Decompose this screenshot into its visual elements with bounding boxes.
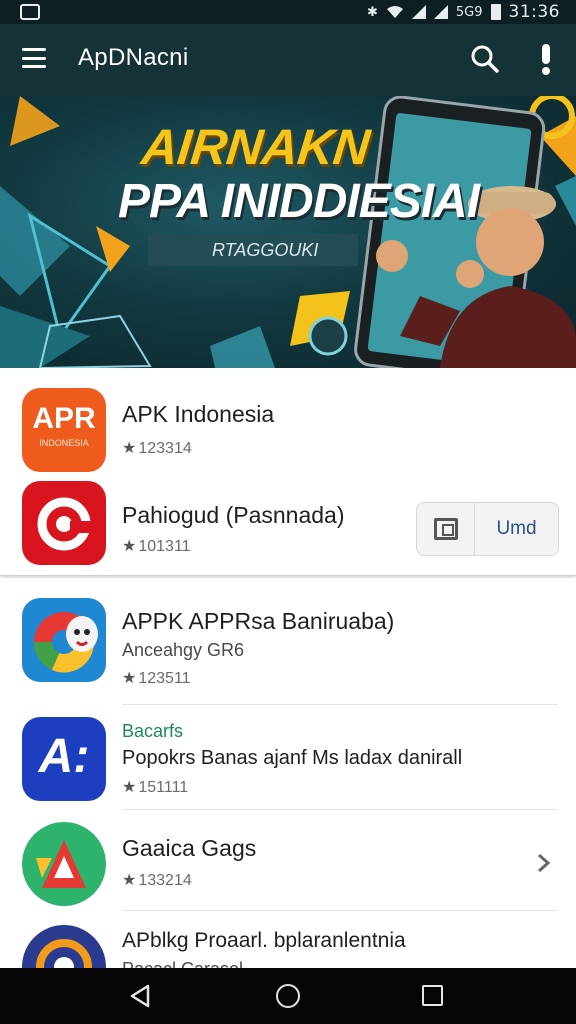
app-name: APPK APPRsa Baniruaba) xyxy=(122,608,395,634)
featured-card: APR INDONESIA APK Indonesia ★ 123314 Pahi… xyxy=(0,368,576,576)
promo-banner[interactable]: AIRNAKN PPA INIDDIESIAI RTAGGOUKI xyxy=(0,96,576,368)
a-letter-logo-icon: A: xyxy=(22,717,106,801)
list-item[interactable]: Gaaica Gags ★ 133214 xyxy=(0,810,576,910)
action-label[interactable]: Umd xyxy=(475,503,558,555)
wifi-icon xyxy=(386,6,403,18)
app-name: Pahiogud (Pasnnada) xyxy=(122,502,345,528)
menu-icon[interactable] xyxy=(22,48,46,68)
app-bar: ApDNacni xyxy=(0,24,576,96)
list-item[interactable]: A: Bacarfs Popokrs Banas ajanf Ms ladax … xyxy=(0,705,576,809)
green-triangle-logo-icon xyxy=(22,822,106,906)
app-subtitle: Anceahgy GR6 xyxy=(122,640,245,660)
bluetooth-icon: ✱ xyxy=(366,4,378,20)
window-icon[interactable] xyxy=(417,503,475,555)
banner-headline-2: PPA INIDDIESIAI xyxy=(118,175,480,228)
apr-logo-icon: APR INDONESIA xyxy=(22,388,106,472)
list-item[interactable]: APPK APPRsa Baniruaba) Anceahgy GR6 ★ 123… xyxy=(0,578,576,704)
app-title: ApDNacni xyxy=(78,44,189,71)
star-icon: ★ xyxy=(122,779,137,796)
app-name: APblkg Proaarl. bplaranlentnia xyxy=(122,929,406,952)
signal-icon-2 xyxy=(433,5,448,19)
recents-icon[interactable] xyxy=(422,985,443,1006)
featured-item-1[interactable]: APR INDONESIA APK Indonesia ★ 123314 xyxy=(0,368,576,472)
app-rating: ★ 151111 xyxy=(122,779,189,796)
status-bar: ✱ 5G9 31:36 xyxy=(0,0,576,24)
banner-subtitle: RTAGGOUKI xyxy=(148,234,358,266)
app-tag: Bacarfs xyxy=(122,721,184,741)
app-rating: ★ 123511 xyxy=(122,670,191,687)
notification-icon xyxy=(20,4,40,20)
banner-headline-1: AIRNAKN xyxy=(139,119,372,175)
app-name: Gaaica Gags xyxy=(122,835,257,861)
clock: 31:36 xyxy=(508,2,560,22)
app-rating: ★ 123314 xyxy=(122,440,192,457)
featured-action-button[interactable]: Umd xyxy=(416,502,559,556)
app-rating: ★ 101311 xyxy=(122,538,191,555)
battery-icon xyxy=(490,4,501,20)
red-ring-logo-icon xyxy=(22,481,106,565)
chrome-face-logo-icon xyxy=(22,598,106,682)
app-rating: ★ 133214 xyxy=(122,872,192,889)
app-name: Popokrs Banas ajanf Ms ladax danirall xyxy=(122,747,463,769)
list-item[interactable]: APblkg Proaarl. bplaranlentnia Pacacl Ca… xyxy=(0,911,576,968)
star-icon: ★ xyxy=(122,538,137,555)
signal-label: 5G9 xyxy=(455,4,483,20)
system-nav-bar xyxy=(0,968,576,1024)
star-icon: ★ xyxy=(122,670,137,687)
app-subtitle: Pacacl Carasol xyxy=(122,959,243,968)
app-name: APK Indonesia xyxy=(122,401,275,427)
chevron-right-icon[interactable] xyxy=(536,852,552,874)
orange-circle-logo-icon xyxy=(22,925,106,968)
star-icon: ★ xyxy=(122,440,137,457)
app-list: APPK APPRsa Baniruaba) Anceahgy GR6 ★ 123… xyxy=(0,578,576,968)
star-icon: ★ xyxy=(122,872,137,889)
search-icon[interactable] xyxy=(470,44,500,74)
home-icon[interactable] xyxy=(276,984,300,1008)
back-icon[interactable] xyxy=(128,984,152,1008)
info-icon[interactable] xyxy=(536,42,556,76)
signal-icon xyxy=(411,5,426,19)
